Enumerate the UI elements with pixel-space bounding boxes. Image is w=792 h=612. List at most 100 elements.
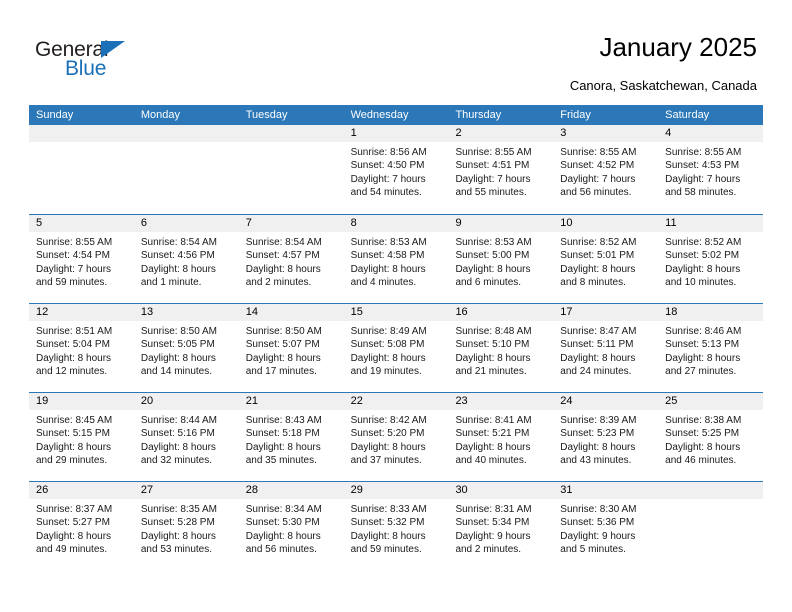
daylight-duration-line2: and 21 minutes.: [455, 366, 527, 378]
day-number-band: 25: [658, 393, 764, 410]
sunrise-time: Sunrise: 8:53 AM: [455, 237, 532, 248]
calendar-day-cell[interactable]: 16 Sunrise: 8:48 AM Sunset: 5:10 PM Dayligh…: [448, 304, 554, 392]
sunset-time: Sunset: 5:05 PM: [140, 339, 215, 351]
daylight-duration-line2: and 49 minutes.: [36, 544, 108, 556]
calendar-day-cell[interactable]: 28 Sunrise: 8:34 AM Sunset: 5:30 PM Dayligh…: [238, 482, 344, 570]
sunset-time: Sunset: 4:51 PM: [455, 160, 530, 172]
daylight-duration-line1: Daylight: 7 hours: [36, 263, 112, 275]
calendar-day-cell[interactable]: 4 Sunrise: 8:55 AM Sunset: 4:53 PM Daylight…: [658, 125, 764, 214]
day-sun-info: Sunrise: 8:53 AM Sunset: 5:00 PM Daylight:…: [448, 232, 553, 290]
daylight-duration-line2: and 1 minute.: [140, 277, 202, 289]
day-sun-info: Sunrise: 8:51 AM Sunset: 5:04 PM Daylight:…: [29, 321, 134, 379]
day-sun-info: Sunrise: 8:55 AM Sunset: 4:52 PM Daylight:…: [553, 142, 658, 200]
daylight-duration-line1: Daylight: 8 hours: [140, 263, 216, 275]
calendar-day-cell[interactable]: 15 Sunrise: 8:49 AM Sunset: 5:08 PM Dayligh…: [343, 304, 449, 392]
daylight-duration-line1: Daylight: 7 hours: [455, 173, 531, 185]
daylight-duration-line2: and 27 minutes.: [665, 366, 737, 378]
calendar-day-cell[interactable]: 20 Sunrise: 8:44 AM Sunset: 5:16 PM Dayligh…: [133, 393, 239, 481]
daylight-duration-line1: Daylight: 8 hours: [245, 263, 321, 275]
calendar-day-cell[interactable]: 18 Sunrise: 8:46 AM Sunset: 5:13 PM Dayligh…: [658, 304, 764, 392]
day-sun-info: Sunrise: 8:55 AM Sunset: 4:54 PM Daylight:…: [29, 232, 134, 290]
day-number-band: 24: [553, 393, 659, 410]
day-number: 12: [36, 306, 49, 318]
sunrise-time: Sunrise: 8:34 AM: [245, 504, 322, 515]
calendar-day-cell[interactable]: 24 Sunrise: 8:39 AM Sunset: 5:23 PM Dayligh…: [553, 393, 659, 481]
day-sun-info: Sunrise: 8:33 AM Sunset: 5:32 PM Daylight:…: [344, 499, 449, 557]
day-number-band: 29: [343, 482, 449, 499]
sunrise-time: Sunrise: 8:37 AM: [36, 504, 113, 515]
calendar-day-cell[interactable]: 13 Sunrise: 8:50 AM Sunset: 5:05 PM Dayligh…: [133, 304, 239, 392]
calendar-day-cell[interactable]: 12 Sunrise: 8:51 AM Sunset: 5:04 PM Dayligh…: [29, 304, 134, 392]
sunset-time: Sunset: 5:16 PM: [140, 428, 215, 440]
calendar-day-cell[interactable]: 23 Sunrise: 8:41 AM Sunset: 5:21 PM Dayligh…: [448, 393, 554, 481]
calendar-day-cell[interactable]: 27 Sunrise: 8:35 AM Sunset: 5:28 PM Dayligh…: [133, 482, 239, 570]
daylight-duration-line2: and 59 minutes.: [36, 277, 108, 289]
calendar-day-cell[interactable]: 10 Sunrise: 8:52 AM Sunset: 5:01 PM Dayligh…: [553, 215, 659, 303]
sunrise-time: Sunrise: 8:55 AM: [455, 147, 532, 158]
calendar-weeks: 1 Sunrise: 8:56 AM Sunset: 4:50 PM Daylight…: [29, 125, 764, 570]
calendar-day-cell[interactable]: 25 Sunrise: 8:38 AM Sunset: 5:25 PM Dayligh…: [658, 393, 764, 481]
day-number: 4: [665, 127, 672, 139]
calendar-day-cell[interactable]: 17 Sunrise: 8:47 AM Sunset: 5:11 PM Dayligh…: [553, 304, 659, 392]
day-number: 19: [36, 395, 49, 407]
sunset-time: Sunset: 5:23 PM: [560, 428, 635, 440]
day-number-band: 15: [343, 304, 449, 321]
daylight-duration-line1: Daylight: 8 hours: [455, 352, 531, 364]
calendar-day-cell[interactable]: 21 Sunrise: 8:43 AM Sunset: 5:18 PM Dayligh…: [238, 393, 344, 481]
calendar-day-cell[interactable]: 5 Sunrise: 8:55 AM Sunset: 4:54 PM Daylight…: [29, 215, 134, 303]
daylight-duration-line2: and 6 minutes.: [455, 277, 522, 289]
calendar-day-cell[interactable]: 19 Sunrise: 8:45 AM Sunset: 5:15 PM Dayligh…: [29, 393, 134, 481]
day-sun-info: Sunrise: 8:30 AM Sunset: 5:36 PM Daylight:…: [553, 499, 658, 557]
day-number: 3: [560, 127, 567, 139]
day-sun-info: Sunrise: 8:49 AM Sunset: 5:08 PM Daylight:…: [344, 321, 449, 379]
day-sun-info: Sunrise: 8:52 AM Sunset: 5:01 PM Daylight:…: [553, 232, 658, 290]
daylight-duration-line2: and 54 minutes.: [350, 187, 422, 199]
day-sun-info: Sunrise: 8:53 AM Sunset: 4:58 PM Daylight:…: [344, 232, 449, 290]
day-sun-info: Sunrise: 8:54 AM Sunset: 4:56 PM Daylight:…: [134, 232, 239, 290]
sunrise-time: Sunrise: 8:52 AM: [560, 237, 637, 248]
day-sun-info: Sunrise: 8:41 AM Sunset: 5:21 PM Daylight:…: [448, 410, 553, 468]
calendar-day-cell[interactable]: 30 Sunrise: 8:31 AM Sunset: 5:34 PM Dayligh…: [448, 482, 554, 570]
day-sun-info: Sunrise: 8:47 AM Sunset: 5:11 PM Daylight:…: [553, 321, 658, 379]
day-number: 8: [350, 217, 357, 229]
calendar-day-cell[interactable]: 2 Sunrise: 8:55 AM Sunset: 4:51 PM Daylight…: [448, 125, 554, 214]
calendar-day-cell[interactable]: 14 Sunrise: 8:50 AM Sunset: 5:07 PM Dayligh…: [238, 304, 344, 392]
calendar-page: General Blue January 2025 Canora, Saskat…: [0, 0, 792, 612]
day-sun-info: Sunrise: 8:52 AM Sunset: 5:02 PM Daylight:…: [658, 232, 763, 290]
sunset-time: Sunset: 4:53 PM: [665, 160, 740, 172]
day-number: 1: [350, 127, 357, 139]
calendar-day-cell[interactable]: 6 Sunrise: 8:54 AM Sunset: 4:56 PM Daylight…: [133, 215, 239, 303]
calendar-day-cell[interactable]: 9 Sunrise: 8:53 AM Sunset: 5:00 PM Daylight…: [448, 215, 554, 303]
daylight-duration-line1: Daylight: 8 hours: [36, 441, 112, 453]
day-number: 18: [665, 306, 678, 318]
sunrise-time: Sunrise: 8:43 AM: [245, 415, 322, 426]
weekday-header-friday: Friday: [560, 109, 591, 121]
calendar-day-cell[interactable]: 31 Sunrise: 8:30 AM Sunset: 5:36 PM Dayligh…: [553, 482, 659, 570]
calendar-day-cell[interactable]: 7 Sunrise: 8:54 AM Sunset: 4:57 PM Daylight…: [238, 215, 344, 303]
day-number: 16: [455, 306, 468, 318]
calendar-day-cell[interactable]: 22 Sunrise: 8:42 AM Sunset: 5:20 PM Dayligh…: [343, 393, 449, 481]
day-number: 23: [455, 395, 468, 407]
daylight-duration-line2: and 46 minutes.: [665, 455, 737, 467]
day-sun-info: Sunrise: 8:37 AM Sunset: 5:27 PM Daylight:…: [29, 499, 134, 557]
day-number-band: 11: [658, 215, 764, 232]
day-number-band: [29, 125, 134, 142]
calendar-day-cell[interactable]: 26 Sunrise: 8:37 AM Sunset: 5:27 PM Dayligh…: [29, 482, 134, 570]
day-number-band: 6: [133, 215, 239, 232]
day-number-band: 20: [133, 393, 239, 410]
daylight-duration-line2: and 40 minutes.: [455, 455, 527, 467]
weekday-header-tuesday: Tuesday: [245, 109, 288, 121]
day-sun-info: Sunrise: 8:56 AM Sunset: 4:50 PM Daylight:…: [344, 142, 449, 200]
calendar-day-cell[interactable]: 29 Sunrise: 8:33 AM Sunset: 5:32 PM Dayligh…: [343, 482, 449, 570]
calendar-day-cell[interactable]: 3 Sunrise: 8:55 AM Sunset: 4:52 PM Daylight…: [553, 125, 659, 214]
calendar-day-cell[interactable]: 11 Sunrise: 8:52 AM Sunset: 5:02 PM Dayligh…: [658, 215, 764, 303]
calendar-day-cell[interactable]: 8 Sunrise: 8:53 AM Sunset: 4:58 PM Daylight…: [343, 215, 449, 303]
day-number-band: 12: [29, 304, 134, 321]
weekday-header-sunday: Sunday: [36, 109, 74, 121]
calendar-day-cell[interactable]: 1 Sunrise: 8:56 AM Sunset: 4:50 PM Daylight…: [343, 125, 449, 214]
daylight-duration-line2: and 35 minutes.: [245, 455, 317, 467]
weekday-header-thursday: Thursday: [455, 109, 502, 121]
day-number-band: 4: [658, 125, 764, 142]
sunrise-time: Sunrise: 8:38 AM: [665, 415, 742, 426]
day-number: 6: [140, 217, 147, 229]
